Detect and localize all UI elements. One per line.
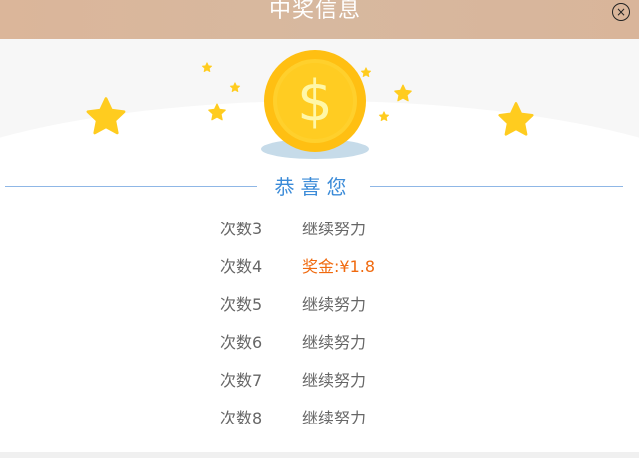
star-icon (86, 97, 126, 135)
dialog-title: 中奖信息 (268, 0, 361, 23)
list-item: 次数3 继续努力 (0, 222, 639, 248)
svg-text:$: $ (297, 69, 333, 134)
list-item: 次数8 继续努力 (0, 400, 639, 424)
record-list[interactable]: 次数3 继续努力 次数4 奖金:¥1.8 次数5 继续努力 次数6 继续努力 次… (0, 222, 639, 424)
divider-left (5, 186, 257, 187)
star-icon (229, 82, 241, 93)
close-icon[interactable]: × (612, 3, 630, 21)
dialog-title-bar: 中奖信息 × (0, 0, 639, 39)
attempt-label: 次数7 (220, 371, 263, 390)
list-item: 次数6 继续努力 (0, 324, 639, 362)
attempt-label: 次数8 (220, 409, 263, 424)
attempt-result: 继续努力 (302, 295, 367, 314)
attempt-result: 继续努力 (302, 222, 367, 238)
attempt-result: 继续努力 (302, 371, 367, 390)
divider-right (370, 186, 623, 187)
congrats-heading: 恭喜您 (274, 175, 353, 199)
star-icon (498, 102, 534, 136)
star-icon (378, 111, 390, 122)
attempt-result: 奖金:¥1.8 (302, 257, 376, 276)
list-item: 次数4 奖金:¥1.8 (0, 248, 639, 286)
attempt-label: 次数6 (220, 333, 263, 352)
attempt-label: 次数5 (220, 295, 263, 314)
attempt-result: 继续努力 (302, 333, 367, 352)
dialog-bottom-edge (0, 452, 639, 458)
dollar-coin-icon: $ (261, 50, 369, 159)
attempt-result: 继续努力 (302, 409, 367, 424)
list-item: 次数5 继续努力 (0, 286, 639, 324)
star-icon (201, 62, 213, 73)
star-icon (208, 103, 226, 121)
star-icon (394, 84, 412, 102)
close-glyph: × (615, 5, 627, 19)
list-item: 次数7 继续努力 (0, 362, 639, 400)
attempt-label: 次数4 (220, 257, 263, 276)
attempt-label: 次数3 (220, 222, 263, 238)
